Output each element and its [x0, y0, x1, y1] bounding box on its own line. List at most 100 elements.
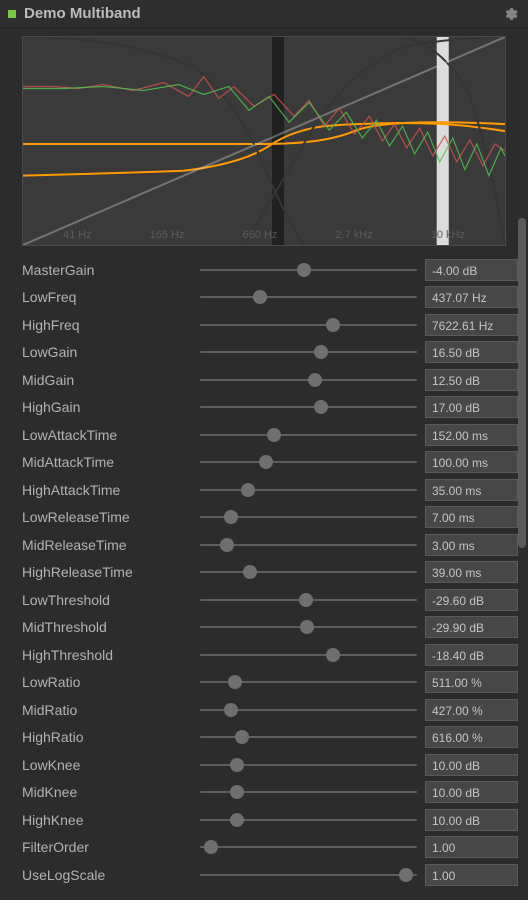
param-slider[interactable] — [200, 406, 417, 408]
param-slider[interactable] — [200, 681, 417, 683]
slider-wrap — [192, 324, 425, 326]
slider-wrap — [192, 544, 425, 546]
param-slider[interactable] — [200, 874, 417, 876]
param-slider[interactable] — [200, 434, 417, 436]
param-label: UseLogScale — [22, 867, 192, 883]
slider-wrap — [192, 489, 425, 491]
param-label: HighFreq — [22, 317, 192, 333]
param-slider[interactable] — [200, 764, 417, 766]
param-slider[interactable] — [200, 379, 417, 381]
slider-wrap — [192, 599, 425, 601]
param-label: HighThreshold — [22, 647, 192, 663]
panel-header: Demo Multiband — [0, 0, 528, 28]
slider-wrap — [192, 846, 425, 848]
param-value[interactable]: 1.00 — [425, 864, 518, 886]
param-row: FilterOrder 1.00 — [22, 834, 518, 862]
active-indicator — [8, 10, 16, 18]
slider-wrap — [192, 296, 425, 298]
param-slider[interactable] — [200, 599, 417, 601]
param-label: MidReleaseTime — [22, 537, 192, 553]
param-row: LowKnee10.00 dB — [22, 751, 518, 779]
slider-wrap — [192, 709, 425, 711]
param-slider[interactable] — [200, 296, 417, 298]
param-value[interactable]: -29.60 dB — [425, 589, 518, 611]
param-slider[interactable] — [200, 791, 417, 793]
param-value[interactable]: 1.00 — [425, 836, 518, 858]
scrollbar-thumb[interactable] — [518, 218, 526, 548]
param-value[interactable]: 100.00 ms — [425, 451, 518, 473]
param-slider[interactable] — [200, 516, 417, 518]
panel-title: Demo Multiband — [24, 5, 502, 22]
slider-wrap — [192, 516, 425, 518]
slider-wrap — [192, 874, 425, 876]
param-value[interactable]: 17.00 dB — [425, 396, 518, 418]
param-row: HighReleaseTime39.00 ms — [22, 559, 518, 587]
param-slider[interactable] — [200, 571, 417, 573]
spectrum-graph[interactable]: 41 Hz 165 Hz 660 Hz 2.7 kHz 10 kHz — [22, 36, 506, 246]
param-row: MidRatio 427.00 % — [22, 696, 518, 724]
slider-wrap — [192, 736, 425, 738]
slider-wrap — [192, 571, 425, 573]
slider-wrap — [192, 379, 425, 381]
slider-wrap — [192, 819, 425, 821]
param-value[interactable]: 7.00 ms — [425, 506, 518, 528]
slider-wrap — [192, 461, 425, 463]
param-slider[interactable] — [200, 461, 417, 463]
param-slider[interactable] — [200, 544, 417, 546]
param-row: HighThreshold -18.40 dB — [22, 641, 518, 669]
param-value[interactable]: 427.00 % — [425, 699, 518, 721]
param-value[interactable]: 16.50 dB — [425, 341, 518, 363]
param-row: UseLogScale 1.00 — [22, 861, 518, 889]
param-slider[interactable] — [200, 709, 417, 711]
graph-svg — [23, 37, 505, 245]
param-label: MidGain — [22, 372, 192, 388]
param-value[interactable]: 437.07 Hz — [425, 286, 518, 308]
scrollbar[interactable] — [518, 28, 526, 900]
param-value[interactable]: 10.00 dB — [425, 754, 518, 776]
param-label: LowGain — [22, 344, 192, 360]
param-value[interactable]: 511.00 % — [425, 671, 518, 693]
param-row: MidKnee 10.00 dB — [22, 779, 518, 807]
param-value[interactable]: -4.00 dB — [425, 259, 518, 281]
param-label: MidThreshold — [22, 619, 192, 635]
param-slider[interactable] — [200, 324, 417, 326]
param-value[interactable]: 12.50 dB — [425, 369, 518, 391]
param-value[interactable]: 3.00 ms — [425, 534, 518, 556]
param-value[interactable]: 616.00 % — [425, 726, 518, 748]
param-slider[interactable] — [200, 489, 417, 491]
param-slider[interactable] — [200, 269, 417, 271]
slider-wrap — [192, 351, 425, 353]
param-label: MidRatio — [22, 702, 192, 718]
param-slider[interactable] — [200, 351, 417, 353]
param-row: HighFreq 7622.61 Hz — [22, 311, 518, 339]
slider-wrap — [192, 791, 425, 793]
param-row: MidReleaseTime 3.00 ms — [22, 531, 518, 559]
param-label: HighGain — [22, 399, 192, 415]
param-label: LowRatio — [22, 674, 192, 690]
slider-wrap — [192, 654, 425, 656]
param-label: MidKnee — [22, 784, 192, 800]
param-row: LowRatio 511.00 % — [22, 669, 518, 697]
param-value[interactable]: 10.00 dB — [425, 781, 518, 803]
param-label: LowAttackTime — [22, 427, 192, 443]
slider-wrap — [192, 764, 425, 766]
param-value[interactable]: 10.00 dB — [425, 809, 518, 831]
param-slider[interactable] — [200, 819, 417, 821]
slider-wrap — [192, 269, 425, 271]
param-value[interactable]: -18.40 dB — [425, 644, 518, 666]
param-value[interactable]: 152.00 ms — [425, 424, 518, 446]
param-row: HighAttackTime35.00 ms — [22, 476, 518, 504]
param-value[interactable]: 39.00 ms — [425, 561, 518, 583]
param-slider[interactable] — [200, 626, 417, 628]
param-slider[interactable] — [200, 846, 417, 848]
param-row: LowFreq437.07 Hz — [22, 284, 518, 312]
param-row: HighGain 17.00 dB — [22, 394, 518, 422]
param-slider[interactable] — [200, 654, 417, 656]
gear-icon[interactable] — [502, 6, 518, 22]
param-label: FilterOrder — [22, 839, 192, 855]
param-value[interactable]: 7622.61 Hz — [425, 314, 518, 336]
param-value[interactable]: 35.00 ms — [425, 479, 518, 501]
param-value[interactable]: -29.90 dB — [425, 616, 518, 638]
param-slider[interactable] — [200, 736, 417, 738]
param-label: HighKnee — [22, 812, 192, 828]
